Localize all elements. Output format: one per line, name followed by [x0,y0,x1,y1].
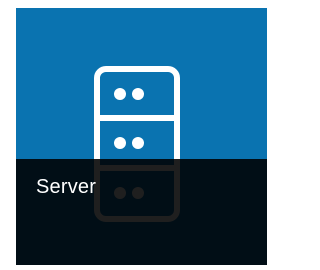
server-tile[interactable]: Server [16,8,267,265]
caption-bar [16,159,267,265]
tile-label: Server [36,176,97,198]
